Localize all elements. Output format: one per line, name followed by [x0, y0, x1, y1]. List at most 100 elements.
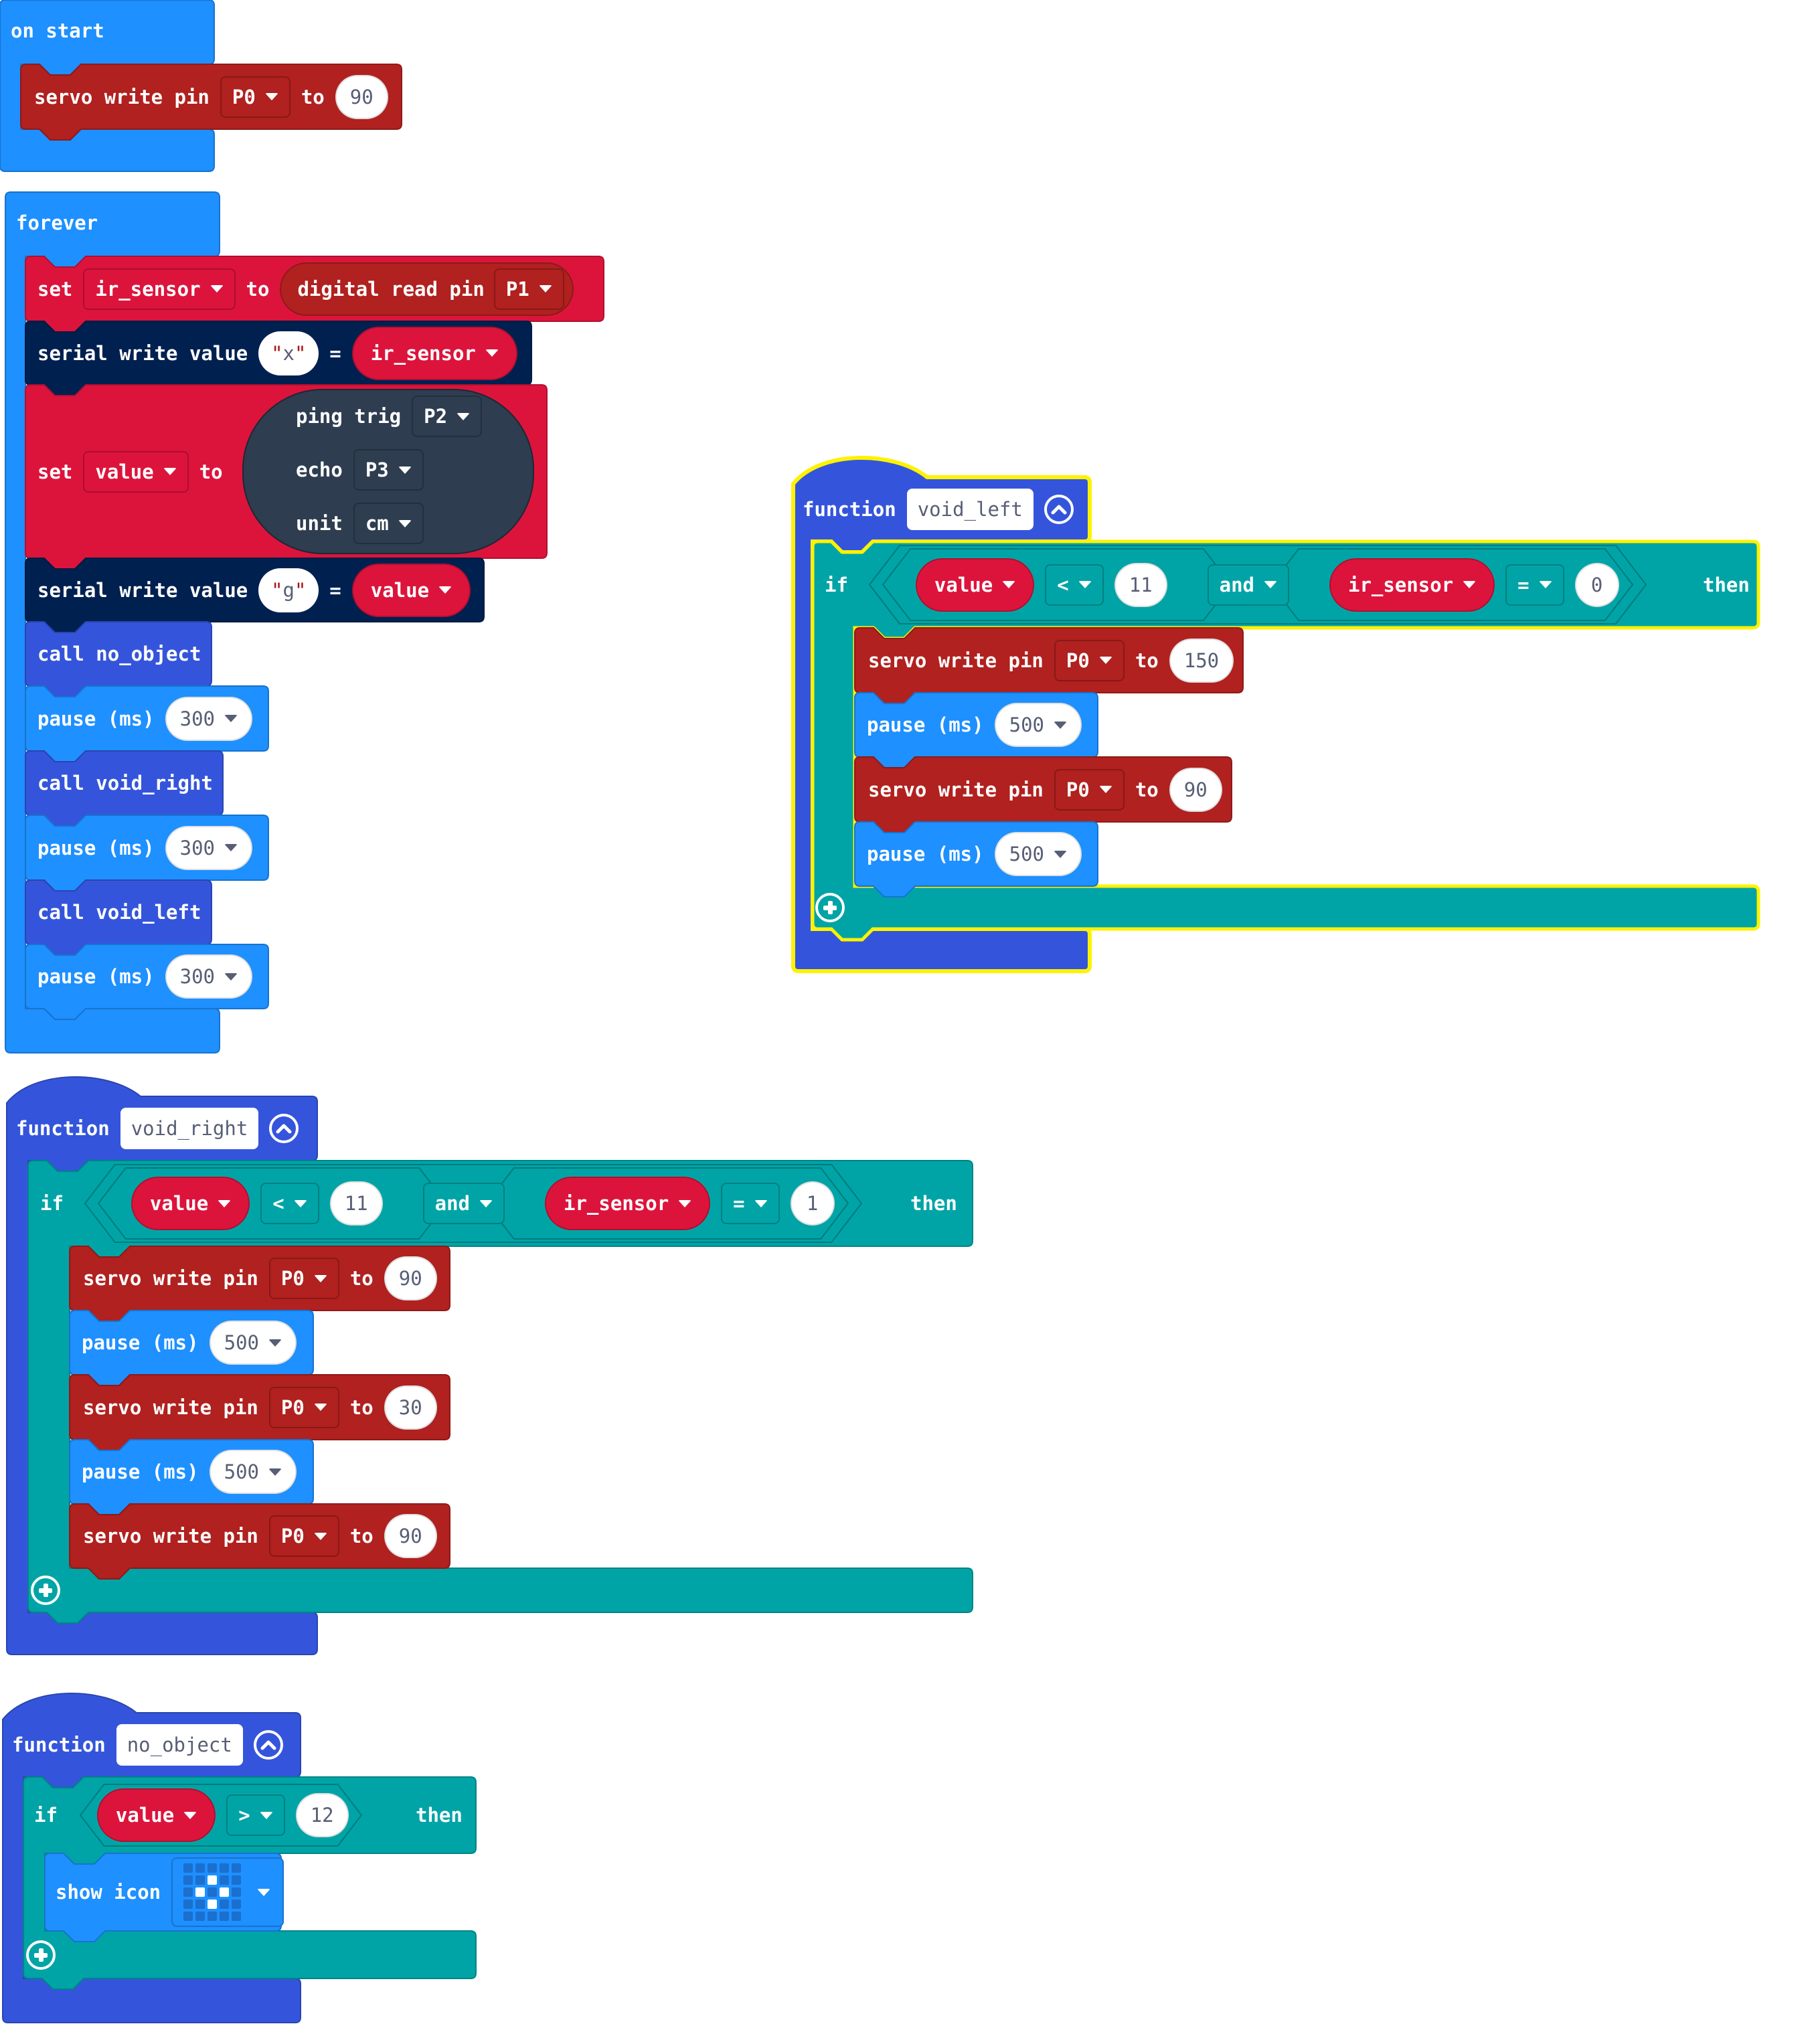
icon-dropdown[interactable]: [171, 1857, 284, 1927]
pause-ms-input-text: 500: [1009, 843, 1044, 865]
compare-value-input[interactable]: 0: [1574, 562, 1619, 607]
led-cell: [195, 1887, 205, 1897]
blocks-workspace[interactable]: on start servo write pin P0 to 90 forever set i…: [0, 0, 1820, 2023]
call-label: call void_right: [37, 772, 213, 794]
dropdown-caret-icon: [754, 1199, 768, 1207]
variable-dropdown[interactable]: value: [83, 450, 189, 493]
led-cell: [208, 1887, 218, 1897]
compare-value-input[interactable]: 12: [295, 1793, 349, 1837]
set-label: set: [37, 277, 73, 301]
compare-value-input[interactable]: 11: [1114, 562, 1167, 607]
servo-write-row: servo write pin P0 to 90: [83, 1504, 437, 1568]
angle-input[interactable]: 90: [1169, 767, 1222, 812]
serial-name-input[interactable]: " g ": [258, 568, 319, 612]
dropdown-caret-icon: [1264, 581, 1278, 588]
show-icon-row: show icon: [56, 1853, 284, 1931]
function-keyword: function: [16, 1117, 110, 1140]
operator-dropdown[interactable]: =: [1505, 564, 1564, 606]
pause-ms-input[interactable]: 300: [165, 954, 252, 999]
boolean-operator-dropdown[interactable]: and: [1207, 564, 1290, 606]
function-name-field[interactable]: no_object: [116, 1724, 243, 1766]
dropdown-caret-icon: [1078, 581, 1092, 588]
serial-write-label: serial write value: [37, 341, 248, 365]
ping-trig-row: ping trig P2: [296, 394, 483, 438]
pause-ms-input-text: 500: [1009, 713, 1044, 736]
ping-unit-dropdown[interactable]: cm: [353, 503, 424, 544]
operator-dropdown[interactable]: <: [260, 1183, 319, 1224]
dropdown-caret-icon: [313, 1532, 327, 1540]
pause-ms-input[interactable]: 300: [165, 696, 252, 741]
serial-write-label: serial write value: [37, 578, 248, 602]
pause-ms-input[interactable]: 500: [209, 1321, 297, 1365]
angle-input[interactable]: 150: [1169, 638, 1234, 683]
servo-write-row: servo write pin P0 to 90: [868, 757, 1222, 822]
add-else-button[interactable]: [815, 893, 845, 922]
variable-reporter[interactable]: value: [96, 1788, 216, 1842]
ping-unit-label: unit: [296, 512, 343, 535]
pause-ms-input[interactable]: 500: [994, 832, 1082, 876]
dropdown-caret-icon: [538, 285, 552, 292]
collapse-button[interactable]: [253, 1730, 283, 1760]
function-header: function no_object: [12, 1713, 283, 1777]
angle-input[interactable]: 90: [384, 1514, 437, 1558]
led-cell: [220, 1863, 230, 1873]
angle-input[interactable]: 90: [384, 1256, 437, 1300]
collapse-button[interactable]: [269, 1114, 299, 1143]
quote-open: ": [271, 578, 283, 602]
pin-dropdown[interactable]: P0: [1054, 639, 1125, 681]
dropdown-caret-icon: [1098, 786, 1112, 793]
pin-dropdown[interactable]: P0: [268, 1515, 339, 1557]
variable-reporter[interactable]: value: [351, 563, 471, 617]
pause-ms-input[interactable]: 300: [165, 825, 252, 870]
angle-input[interactable]: 30: [384, 1385, 437, 1430]
to-label: to: [349, 1267, 374, 1290]
variable-reporter[interactable]: value: [915, 558, 1035, 612]
add-else-button[interactable]: [31, 1576, 60, 1605]
variable-reporter[interactable]: ir_sensor: [545, 1177, 711, 1230]
compare-value-input[interactable]: 1: [790, 1181, 835, 1226]
comparison-group: value >12: [96, 1788, 349, 1842]
to-label: to: [1135, 778, 1159, 801]
function-name-field[interactable]: void_left: [906, 489, 1033, 530]
compare-value-input[interactable]: 11: [329, 1181, 383, 1226]
dropdown-caret-icon: [1463, 581, 1477, 588]
add-else-button[interactable]: [26, 1940, 56, 1970]
pause-ms-input[interactable]: 500: [994, 703, 1082, 747]
operator-symbol: >: [238, 1804, 250, 1827]
led-cell: [232, 1912, 242, 1921]
pause-ms-input-text: 300: [179, 836, 215, 859]
operator-dropdown[interactable]: <: [1045, 564, 1104, 606]
function-header: function void_right: [16, 1096, 299, 1161]
pin-dropdown[interactable]: P0: [268, 1258, 339, 1299]
digital-read-pin-reporter[interactable]: digital read pin P1: [280, 262, 574, 316]
variable-reporter[interactable]: value: [131, 1177, 250, 1230]
function-name-field[interactable]: void_right: [120, 1108, 259, 1149]
variable-reporter-label: ir_sensor: [1348, 573, 1454, 596]
dropdown-caret-icon: [479, 1199, 493, 1207]
dropdown-caret-icon: [183, 1811, 197, 1819]
ping-trig-dropdown[interactable]: P2: [412, 396, 483, 437]
dropdown-caret-icon: [224, 844, 238, 851]
boolean-operator-dropdown[interactable]: and: [422, 1183, 505, 1224]
variable-reporter[interactable]: ir_sensor: [1329, 558, 1495, 612]
pause-ms-input-text: 300: [179, 965, 215, 988]
then-row: then: [910, 1161, 957, 1246]
angle-input[interactable]: 90: [335, 74, 388, 119]
pin-dropdown[interactable]: P0: [268, 1386, 339, 1428]
variable-reporter[interactable]: ir_sensor: [351, 326, 517, 380]
dropdown-caret-icon: [678, 1199, 692, 1207]
quote-close: ": [295, 341, 307, 365]
collapse-button[interactable]: [1044, 495, 1074, 524]
operator-dropdown[interactable]: =: [721, 1183, 780, 1224]
pin-dropdown[interactable]: P0: [1054, 768, 1125, 811]
if-keyword: if: [40, 1192, 64, 1215]
led-cell: [195, 1875, 205, 1885]
pause-ms-input[interactable]: 500: [209, 1450, 297, 1494]
pin-dropdown[interactable]: P0: [220, 76, 291, 118]
operator-dropdown[interactable]: >: [226, 1794, 285, 1836]
variable-dropdown[interactable]: ir_sensor: [83, 268, 236, 310]
read-pin-dropdown[interactable]: P1: [493, 268, 564, 310]
serial-name-input[interactable]: " x ": [258, 331, 319, 375]
to-label: to: [301, 85, 325, 108]
ping-echo-dropdown[interactable]: P3: [353, 449, 424, 491]
